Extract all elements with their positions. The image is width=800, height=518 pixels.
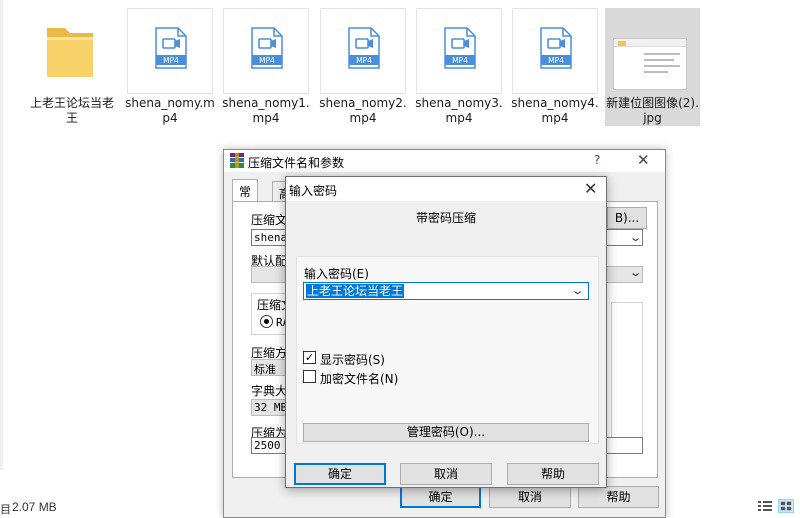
show-password-label: 显示密码(S) — [320, 353, 385, 367]
archive-options-group — [611, 302, 643, 442]
password-input[interactable]: 上老王论坛当老王 ⌄ — [303, 282, 589, 300]
file-thumbnail: MP4 — [416, 8, 502, 94]
close-icon[interactable]: ✕ — [637, 151, 650, 169]
file-item-folder[interactable]: 上老王论坛当老王 — [27, 8, 117, 126]
help-icon[interactable]: ? — [594, 153, 600, 167]
winrar-icon — [230, 153, 244, 168]
dialog-title: 输入密码 — [289, 184, 338, 198]
show-password-checkbox[interactable]: ✓ — [303, 351, 316, 364]
mp4-label: MP4 — [259, 56, 275, 65]
dictionary-label: 字典大 — [251, 384, 288, 398]
file-name: shena_nomy1.mp4 — [222, 96, 310, 125]
file-name: shena_nomy3.mp4 — [415, 96, 503, 125]
mp4-label: MP4 — [548, 56, 564, 65]
dialog-title-bar[interactable]: 输入密码 ✕ — [286, 177, 606, 201]
browse-button[interactable]: B)... — [607, 207, 647, 229]
file-name: shena_nomy4.mp4 — [511, 96, 599, 125]
large-icons-view-icon[interactable] — [778, 499, 794, 513]
mp4-file-icon: MP4 — [540, 27, 572, 69]
status-glyph: 目 — [0, 503, 11, 516]
file-thumbnail: MP4 — [320, 8, 406, 94]
details-view-icon[interactable] — [757, 499, 773, 513]
password-dialog: 输入密码 ✕ 带密码压缩 输入密码(E) 上老王论坛当老王 ⌄ ✓ 显示密码(S… — [285, 176, 607, 488]
file-item-mp4[interactable]: MP4 shena_nomy2.mp4 — [318, 8, 408, 126]
ok-button[interactable]: 确定 — [294, 463, 386, 485]
file-item-mp4[interactable]: MP4 shena_nomy1.mp4 — [221, 8, 311, 126]
mp4-label: MP4 — [356, 56, 372, 65]
file-item-mp4[interactable]: MP4 shena_nomy.mp4 — [125, 8, 215, 126]
mp4-label: MP4 — [163, 56, 179, 65]
tab-general[interactable]: 常规 — [232, 179, 259, 216]
mp4-label: MP4 — [452, 56, 468, 65]
folder-icon — [47, 28, 93, 77]
chevron-down-icon[interactable]: ⌄ — [629, 266, 643, 279]
file-thumbnail: MP4 — [512, 8, 598, 94]
password-value: 上老王论坛当老王 — [306, 284, 405, 298]
left-scrollbar[interactable] — [0, 0, 3, 470]
manage-passwords-button[interactable]: 管理密码(O)... — [303, 423, 589, 442]
file-thumbnail: MP4 — [127, 8, 213, 94]
rar-radio[interactable] — [260, 315, 273, 328]
file-name: 新建位图图像(2).jpg — [606, 96, 699, 125]
archive-name-label: 压缩文 — [251, 213, 288, 227]
file-name: shena_nomy2.mp4 — [319, 96, 407, 125]
mp4-file-icon: MP4 — [444, 27, 476, 69]
file-thumbnail: MP4 — [223, 8, 309, 94]
ok-button[interactable]: 确定 — [400, 486, 481, 508]
image-thumbnail — [613, 38, 687, 90]
file-item-jpg[interactable]: 新建位图图像(2).jpg — [605, 8, 700, 126]
chevron-down-icon[interactable]: ⌄ — [570, 284, 584, 297]
cancel-button[interactable]: 取消 — [489, 486, 571, 508]
file-name: shena_nomy.mp4 — [125, 96, 215, 125]
dialog-title-bar[interactable]: 压缩文件名和参数 ? ✕ — [224, 150, 665, 172]
mp4-file-icon: MP4 — [155, 27, 187, 69]
help-button[interactable]: 帮助 — [578, 486, 659, 508]
encrypt-names-checkbox[interactable] — [303, 370, 316, 383]
mp4-file-icon: MP4 — [348, 27, 380, 69]
cancel-button[interactable]: 取消 — [400, 463, 492, 485]
chevron-down-icon[interactable]: ⌄ — [629, 231, 643, 244]
encrypt-names-label: 加密文件名(N) — [320, 372, 399, 386]
dialog-subtitle: 带密码压缩 — [415, 211, 476, 225]
file-name: 上老王论坛当老王 — [29, 96, 114, 125]
selected-size: 2.07 MB — [12, 500, 57, 514]
close-icon[interactable]: ✕ — [584, 179, 597, 198]
help-button[interactable]: 帮助 — [507, 463, 599, 485]
dialog-title: 压缩文件名和参数 — [248, 156, 345, 170]
file-item-mp4[interactable]: MP4 shena_nomy3.mp4 — [414, 8, 504, 126]
mp4-file-icon: MP4 — [251, 27, 283, 69]
file-item-mp4[interactable]: MP4 shena_nomy4.mp4 — [510, 8, 600, 126]
password-label: 输入密码(E) — [304, 267, 369, 281]
